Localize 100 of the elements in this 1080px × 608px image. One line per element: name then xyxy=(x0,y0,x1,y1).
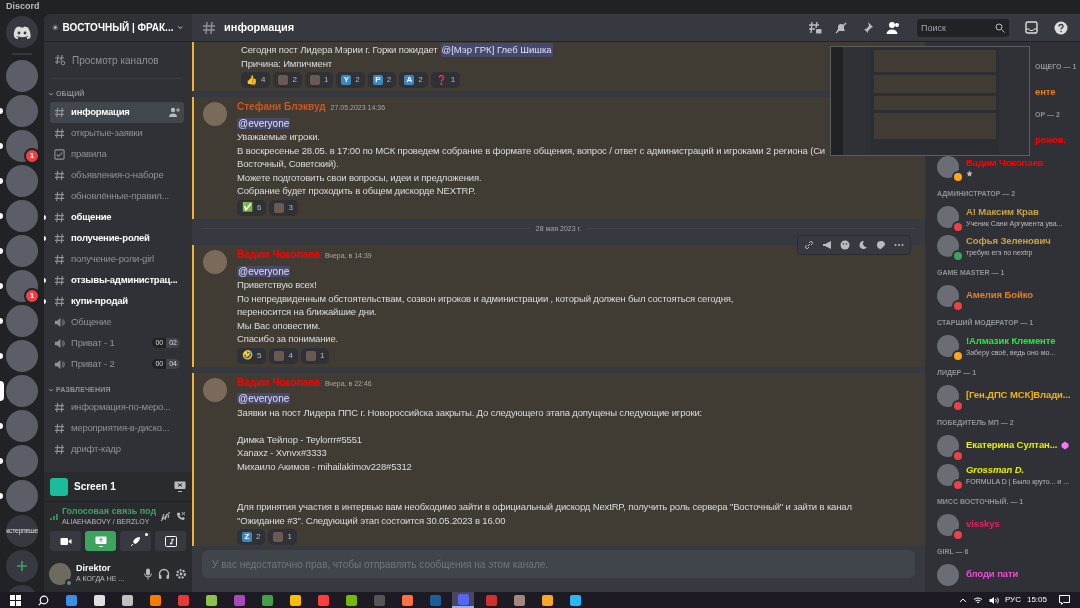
server-icon[interactable] xyxy=(6,480,38,512)
server-icon[interactable] xyxy=(6,340,38,372)
camera-button[interactable] xyxy=(50,531,81,551)
members-icon[interactable] xyxy=(886,20,901,35)
notification-icon[interactable] xyxy=(1059,595,1070,605)
inbox-icon[interactable] xyxy=(1025,21,1038,34)
channel-item[interactable]: Общение xyxy=(50,311,184,333)
reaction[interactable]: Z 2 xyxy=(237,529,266,545)
server-icon[interactable] xyxy=(6,200,38,232)
member-item[interactable]: Амелия Бойко xyxy=(925,281,1080,310)
channel-item[interactable]: информация-по-меро... xyxy=(50,397,184,418)
server-icon[interactable] xyxy=(6,410,38,442)
more-icon[interactable] xyxy=(894,243,904,247)
reaction[interactable]: 👍 4 xyxy=(241,72,271,88)
server-icon[interactable] xyxy=(6,305,38,337)
search-field[interactable]: Поиск xyxy=(917,18,1009,37)
stop-stream-icon[interactable] xyxy=(174,481,186,492)
threads-icon[interactable] xyxy=(808,20,822,35)
app-icon[interactable] xyxy=(345,594,357,606)
hash-icon xyxy=(54,444,65,455)
channel-item[interactable]: обновлённые-правил... xyxy=(50,185,184,207)
muted-bell-icon[interactable] xyxy=(834,20,848,35)
add-member-icon[interactable] xyxy=(169,107,180,117)
activity-button[interactable] xyxy=(120,531,151,551)
member-avatar xyxy=(937,234,959,257)
channel-item[interactable]: информация xyxy=(50,101,184,123)
reaction-icon[interactable] xyxy=(840,240,850,250)
server-icon[interactable] xyxy=(6,270,38,302)
reaction[interactable]: ❓ 1 xyxy=(430,72,461,88)
message-text: Приветствую всех! xyxy=(237,278,318,292)
app-icon[interactable] xyxy=(289,594,301,606)
reaction[interactable]: 1 xyxy=(300,347,330,364)
role-mention[interactable]: @[Мэр ГРК] Глеб Шишка xyxy=(440,43,553,57)
member-item[interactable]: блоди пати xyxy=(925,560,1080,589)
letter-emoji: A xyxy=(404,75,415,85)
channel-item[interactable]: общение xyxy=(50,206,184,228)
channel-item[interactable]: отзывы-администрац... xyxy=(50,269,184,291)
reaction[interactable]: 3 xyxy=(269,199,298,216)
moon-icon[interactable] xyxy=(858,240,868,250)
channel-item[interactable]: получение-роли-girl xyxy=(50,248,184,270)
search-icon[interactable] xyxy=(37,594,49,606)
server-icon[interactable] xyxy=(6,130,38,162)
microphone-icon[interactable] xyxy=(143,567,153,580)
reaction[interactable]: 4 xyxy=(269,347,298,364)
reaction[interactable]: 2 xyxy=(273,72,302,88)
megaphone-icon[interactable] xyxy=(822,240,832,250)
headphones-icon[interactable] xyxy=(158,567,170,580)
everyone-mention[interactable]: @everyone xyxy=(237,393,291,404)
app-icon[interactable] xyxy=(205,594,217,606)
channel-item[interactable]: мероприятия-в-диско... xyxy=(50,418,184,439)
reaction[interactable]: A 2 xyxy=(399,72,428,88)
disconnect-icon[interactable] xyxy=(175,511,186,522)
windows-start-icon[interactable] xyxy=(9,594,21,606)
link-icon[interactable] xyxy=(804,240,814,250)
chevron-up-icon[interactable] xyxy=(958,597,967,603)
server-icon[interactable] xyxy=(6,95,38,127)
reaction[interactable]: P 2 xyxy=(367,72,397,88)
noise-suppression-icon[interactable] xyxy=(160,511,172,522)
home-button[interactable] xyxy=(6,16,38,48)
controller-icon xyxy=(13,25,31,39)
network-icon[interactable] xyxy=(972,595,983,605)
server-icon[interactable] xyxy=(6,375,38,407)
reaction[interactable]: 1 xyxy=(304,72,334,88)
soundboard-button[interactable] xyxy=(155,531,186,551)
app-icon[interactable] xyxy=(149,594,161,606)
member-item[interactable]: Екатерина Султан... xyxy=(925,431,1080,460)
user-avatar[interactable] xyxy=(49,562,71,585)
sticker-icon[interactable] xyxy=(876,240,886,250)
server-icon[interactable] xyxy=(6,445,38,477)
app-icon[interactable] xyxy=(121,594,133,606)
channel-item[interactable]: объявления-о-наборе xyxy=(50,164,184,186)
app-icon[interactable] xyxy=(541,594,553,606)
add-server-button[interactable] xyxy=(6,550,38,582)
server-icon[interactable] xyxy=(6,235,38,267)
member-item[interactable]: [Ген.ДПС МСК]Влади... xyxy=(925,381,1080,410)
reaction[interactable]: 🤣 5 xyxy=(237,347,267,364)
everyone-mention[interactable]: @everyone xyxy=(237,117,291,129)
channel-item[interactable]: дрифт-кадр xyxy=(50,439,184,460)
channel-item[interactable]: получение-ролей xyxy=(50,227,184,249)
channel-item[interactable]: купи-продай xyxy=(50,290,184,312)
clock[interactable]: 15:05 xyxy=(1026,594,1047,606)
reaction[interactable]: 1 xyxy=(268,529,297,545)
volume-icon[interactable] xyxy=(988,595,999,605)
app-icon[interactable] xyxy=(93,594,105,606)
app-icon[interactable] xyxy=(513,594,525,606)
reaction[interactable]: ✅ 6 xyxy=(237,199,267,216)
channel-item[interactable]: открытые-заявки xyxy=(50,122,184,144)
language-indicator[interactable]: РУС xyxy=(1004,594,1021,606)
app-icon[interactable] xyxy=(569,594,581,606)
help-icon[interactable] xyxy=(1054,20,1068,35)
channel-item[interactable]: правила xyxy=(50,143,184,165)
app-icon[interactable] xyxy=(261,594,273,606)
settings-icon[interactable] xyxy=(175,567,187,580)
reaction-emoji: 🤣 xyxy=(242,351,253,360)
app-icon[interactable] xyxy=(401,594,413,606)
browse-channels-item[interactable]: Просмотр каналов xyxy=(50,50,184,70)
server-icon[interactable] xyxy=(6,60,38,92)
server-icon[interactable] xyxy=(6,165,38,197)
everyone-mention[interactable]: @everyone xyxy=(237,265,291,277)
reaction[interactable]: Y 2 xyxy=(336,72,365,88)
